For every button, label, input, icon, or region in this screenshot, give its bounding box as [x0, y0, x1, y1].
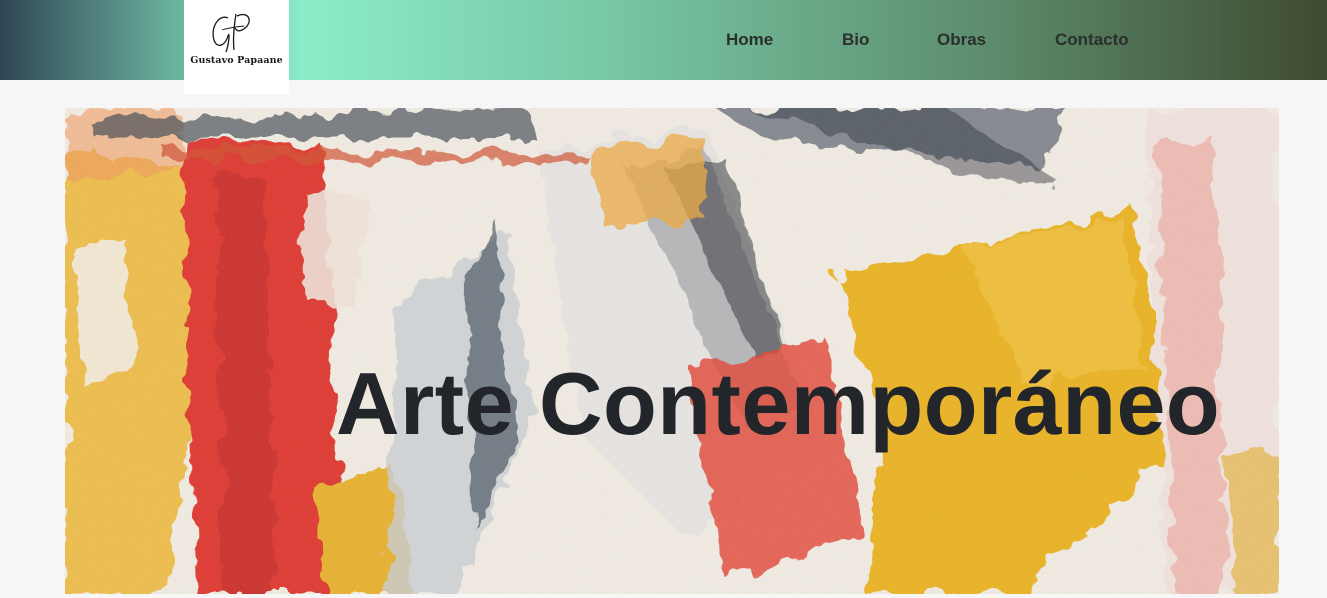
nav-link-home[interactable]: Home: [726, 30, 773, 50]
hero-title: Arte Contemporáneo: [336, 354, 1221, 453]
nav-link-contacto[interactable]: Contacto: [1055, 30, 1129, 50]
brand-name: Gustavo Papaane: [190, 55, 283, 66]
abstract-painting-image: [65, 108, 1279, 594]
monogram-signature-icon: [212, 13, 250, 53]
brand-logo[interactable]: Gustavo Papaane: [184, 0, 289, 94]
hero-banner: Arte Contemporáneo: [65, 108, 1279, 594]
navbar: Gustavo Papaane Home Bio Obras Contacto: [0, 0, 1327, 94]
nav-link-obras[interactable]: Obras: [937, 30, 986, 50]
nav-link-bio[interactable]: Bio: [842, 30, 869, 50]
